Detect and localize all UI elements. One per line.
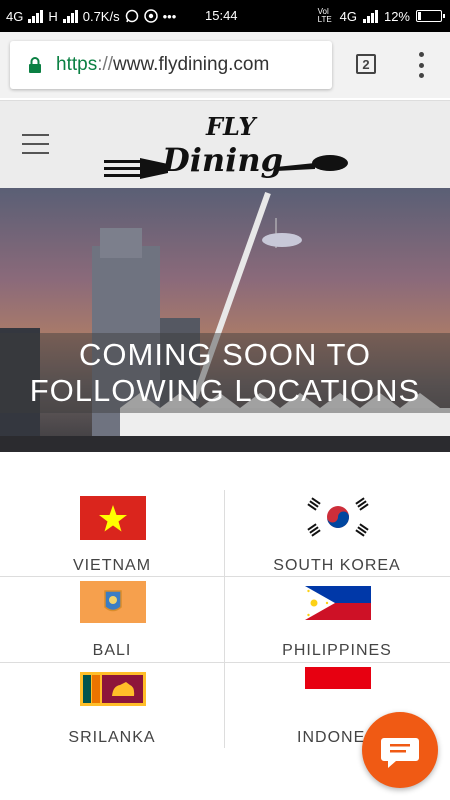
location-srilanka[interactable]: SRILANKA — [0, 663, 224, 749]
battery-icon — [416, 10, 445, 22]
live-chat-button[interactable] — [362, 712, 438, 788]
url-text: https://www.flydining.com — [56, 54, 269, 76]
battery-percent: 12% — [383, 8, 410, 24]
bali-flag-icon — [80, 581, 146, 623]
site-header: FLY Dining — [0, 100, 450, 189]
sri-lanka-flag-icon — [80, 672, 146, 706]
indonesia-flag-icon — [305, 667, 371, 711]
status-left: 4G H 0.7K/s ••• — [6, 0, 176, 32]
tab-switcher-button[interactable]: 2 — [356, 54, 376, 74]
browser-toolbar: https://www.flydining.com 2 — [0, 32, 450, 98]
logo-word-bottom: Dining — [161, 141, 283, 179]
hamburger-menu-icon[interactable] — [22, 134, 49, 154]
lock-icon — [29, 57, 41, 73]
url-host: www.flydining.com — [113, 54, 270, 75]
clock: 15:44 — [205, 8, 238, 23]
vietnam-flag-icon — [80, 496, 146, 540]
url-scheme: https — [56, 54, 98, 75]
location-bali[interactable]: BALI — [0, 577, 224, 662]
south-korea-flag-icon — [305, 494, 371, 540]
location-name: PHILIPPINES — [282, 642, 392, 659]
location-name: BALI — [92, 642, 132, 659]
location-south-korea[interactable]: SOUTH KOREA — [225, 490, 449, 576]
hero-heading: COMING SOON TO FOLLOWING LOCATIONS — [0, 337, 450, 409]
whatsapp-icon — [125, 9, 138, 23]
signal-icon — [28, 9, 44, 23]
hero-heading-line-1: COMING SOON TO — [79, 337, 371, 372]
url-separator: :// — [97, 54, 114, 75]
location-vietnam[interactable]: VIETNAM — [0, 490, 224, 576]
network-type-left: 4G — [6, 8, 24, 24]
location-name: SRILANKA — [68, 729, 156, 746]
network-type-h: H — [48, 8, 58, 24]
address-bar[interactable]: https://www.flydining.com — [10, 41, 332, 89]
more-notifications-icon: ••• — [162, 8, 177, 24]
philippines-flag-icon — [305, 586, 371, 620]
chat-bubble-icon — [381, 738, 419, 768]
hero-banner — [0, 188, 450, 452]
status-right: Vol LTE 4G 12% — [317, 0, 445, 32]
fork-icon — [104, 158, 168, 179]
status-bar: 4G H 0.7K/s ••• 15:44 Vol LTE 4G 12% — [0, 0, 450, 32]
hero-heading-line-2: FOLLOWING LOCATIONS — [29, 373, 421, 408]
logo-word-top: FLY — [205, 112, 258, 141]
location-philippines[interactable]: PHILIPPINES — [225, 577, 449, 662]
spoon-icon — [276, 155, 348, 171]
browser-menu-button[interactable] — [418, 52, 424, 78]
signal-icon-3 — [362, 9, 378, 23]
tab-count: 2 — [362, 56, 370, 72]
volte-indicator: Vol LTE — [317, 7, 332, 24]
data-speed: 0.7K/s — [82, 8, 120, 24]
site-logo[interactable]: FLY Dining — [100, 107, 350, 185]
network-type-right: 4G — [339, 8, 357, 24]
chrome-icon — [143, 9, 158, 23]
location-name: VIETNAM — [72, 557, 152, 574]
signal-icon-2 — [62, 9, 78, 23]
location-name: SOUTH KOREA — [273, 557, 401, 574]
